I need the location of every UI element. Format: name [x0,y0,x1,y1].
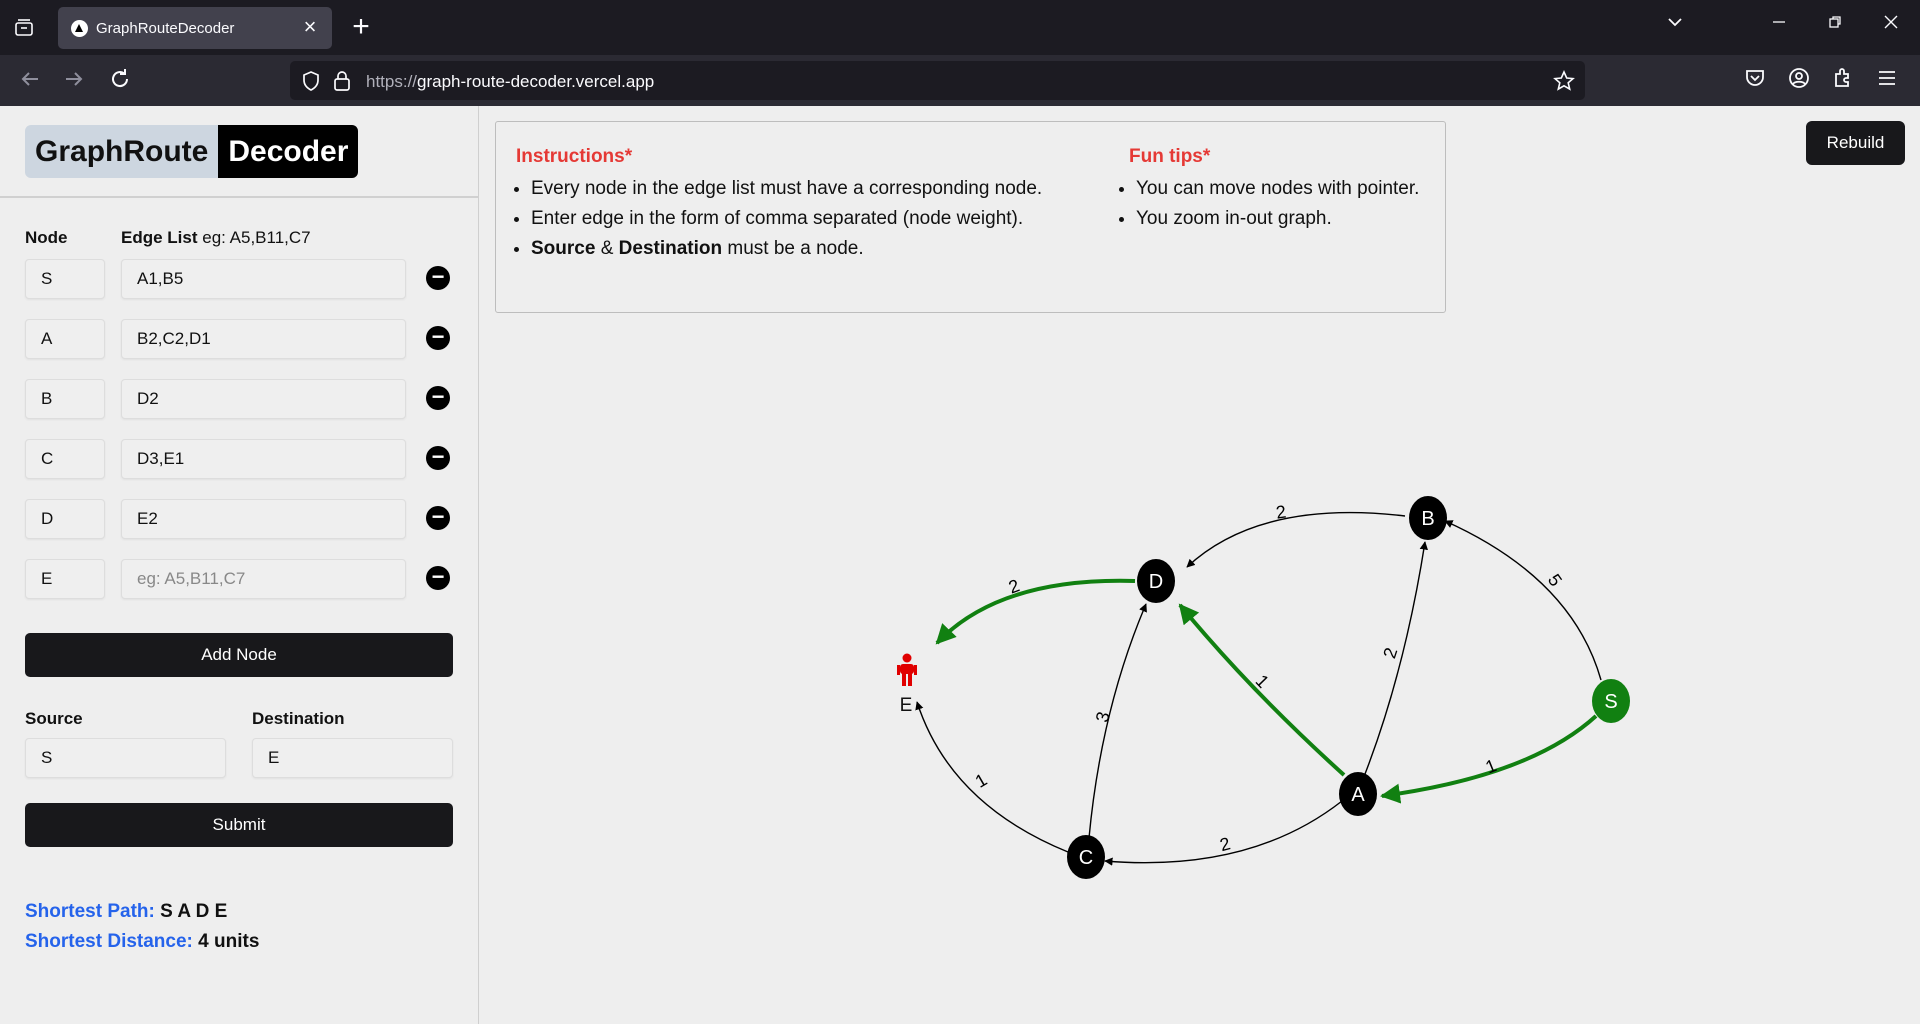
edge-weight-label: 2 [1379,645,1401,661]
list-item: Source & Destination must be a node. [531,234,1042,264]
shortest-path-result: Shortest Path: S A D E [25,901,228,922]
reload-icon[interactable] [106,65,136,95]
tab-title: GraphRouteDecoder [96,20,235,37]
destination-input[interactable]: E [252,738,453,778]
add-node-button[interactable]: Add Node [25,633,453,677]
graph-node-a[interactable]: A [1339,772,1377,816]
source-input[interactable]: S [25,738,226,778]
instructions-title: Instructions* [516,146,633,167]
remove-node-icon[interactable]: − [426,386,450,410]
remove-node-icon[interactable]: − [426,506,450,530]
edge-list-input[interactable]: eg: A5,B11,C7 [121,559,406,599]
browser-nav-bar: https://graph-route-decoder.vercel.app [0,55,1920,106]
edge-weight-label: 5 [1544,570,1566,590]
remove-node-icon[interactable]: − [426,326,450,350]
close-tab-icon[interactable]: × [298,15,322,39]
sidebar-panel: GraphRoute Decoder Node Edge List eg: A5… [0,106,479,1024]
edge-list-input[interactable]: A1,B5 [121,259,406,299]
restore-icon[interactable] [1820,12,1850,42]
rebuild-button[interactable]: Rebuild [1806,121,1905,165]
list-item: Enter edge in the form of comma separate… [531,204,1042,234]
node-column-header: Node [25,228,68,247]
edge-weight-label: 1 [972,769,991,791]
svg-text:S: S [1604,691,1617,713]
graph-node-b[interactable]: B [1409,496,1447,540]
node-name-input[interactable]: S [25,259,105,299]
submit-button[interactable]: Submit [25,803,453,847]
shield-icon[interactable] [300,70,322,97]
back-icon[interactable] [16,65,46,95]
edge-weight-label: 2 [1006,575,1022,597]
forward-icon[interactable] [60,65,90,95]
edge-list-hint: eg: A5,B11,C7 [202,228,311,247]
edge-list-input[interactable]: D3,E1 [121,439,406,479]
account-icon[interactable] [1786,65,1816,95]
svg-text:D: D [1149,571,1163,593]
graph-node-c[interactable]: C [1067,835,1105,879]
remove-node-icon[interactable]: − [426,266,450,290]
node-name-input[interactable]: A [25,319,105,359]
node-name-input[interactable]: D [25,499,105,539]
edge-list-input[interactable]: E2 [121,499,406,539]
fun-tips-list: You can move nodes with pointer. You zoo… [1116,174,1419,234]
list-item: Every node in the edge list must have a … [531,174,1042,204]
graph-node-e[interactable]: E [897,653,917,717]
graph-edge-c-e [915,701,1069,853]
svg-text:E: E [900,695,913,716]
fun-tips-title: Fun tips* [1129,146,1211,167]
node-name-input[interactable]: C [25,439,105,479]
new-tab-icon[interactable]: + [348,12,374,42]
list-all-tabs-icon[interactable] [12,16,38,40]
site-favicon-icon [71,20,88,37]
url-text[interactable]: https://graph-route-decoder.vercel.app [366,72,654,92]
shortest-distance-result: Shortest Distance: 4 units [25,931,260,952]
graph-edge-b-d [1186,511,1406,568]
destination-label: Destination [252,709,345,728]
graph-edge-a-d-path [1178,603,1346,777]
minimize-icon[interactable] [1764,12,1794,42]
lock-icon[interactable] [332,70,352,97]
extensions-icon[interactable] [1830,65,1860,95]
list-item: You can move nodes with pointer. [1136,174,1419,204]
list-item: You zoom in-out graph. [1136,204,1419,234]
pocket-icon[interactable] [1742,65,1772,95]
node-name-input[interactable]: E [25,559,105,599]
source-label: Source [25,709,83,728]
graph-edge-d-e-path [935,578,1136,645]
graph-edge-s-b [1444,520,1602,681]
graph-node-s[interactable]: S [1592,679,1630,723]
edge-list-input[interactable]: D2 [121,379,406,419]
node-name-input[interactable]: B [25,379,105,419]
bookmark-star-icon[interactable] [1553,70,1575,97]
person-icon [897,653,917,686]
svg-text:B: B [1421,508,1434,530]
app-logo: GraphRoute Decoder [25,125,359,178]
edge-weight-label: 2 [1275,502,1288,523]
instructions-box: Instructions* Every node in the edge lis… [495,121,1446,313]
edge-list-header: Edge List eg: A5,B11,C7 [121,228,311,247]
edge-list-input[interactable]: B2,C2,D1 [121,319,406,359]
remove-node-icon[interactable]: − [426,566,450,590]
remove-node-icon[interactable]: − [426,446,450,470]
address-bar[interactable]: https://graph-route-decoder.vercel.app [290,61,1585,100]
menu-icon[interactable] [1874,65,1904,95]
divider [0,196,478,198]
svg-text:C: C [1079,847,1093,869]
close-window-icon[interactable] [1876,12,1906,42]
browser-tab[interactable]: GraphRouteDecoder × [58,7,332,49]
graph-node-d[interactable]: D [1137,559,1175,603]
svg-text:A: A [1351,784,1365,806]
edge-weight-label: 2 [1218,833,1233,855]
instructions-list: Every node in the edge list must have a … [511,174,1042,264]
chevron-down-icon[interactable] [1660,12,1690,42]
browser-tab-bar: GraphRouteDecoder × + [0,0,1920,55]
graph-canvas[interactable]: 5 2 2 2 1 3 1 2 1 S A B C D E [478,320,1920,1024]
